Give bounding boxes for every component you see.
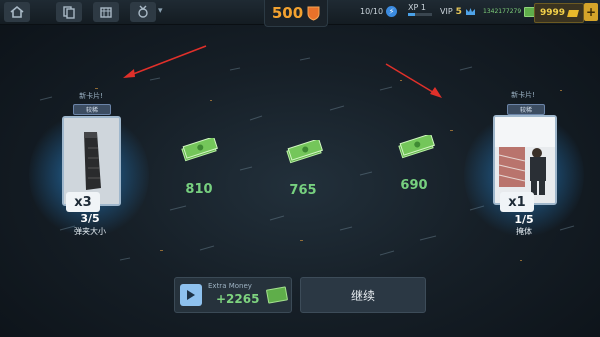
energy-stat: 10/10 ⚡ [360,3,398,20]
medal-icon [138,5,148,18]
card-name: 弹夹大小 [74,227,106,236]
xp-stat: XP 1 [408,3,432,20]
crate-button[interactable] [93,2,119,22]
play-icon [180,284,202,306]
tokens-value: 500 [271,4,304,22]
gold-bar-icon [567,9,579,17]
gold-value: 9999 [539,8,566,18]
cash-reward-value: 765 [289,183,317,198]
card-progress: 3/5 [80,212,100,225]
cash-value: 1342177279 [483,8,522,15]
tokens-display: 500 [264,0,328,27]
extra-money-label: Extra Money [208,282,252,290]
rarity-badge: 较稀 [507,104,545,115]
cards-icon [63,6,75,19]
continue-button[interactable]: 继续 [300,277,426,313]
cash-stack-icon [398,135,435,159]
achievements-button[interactable] [130,2,156,22]
red-arrow-right-icon [385,63,442,98]
cash-stat: 1342177279 [483,3,541,20]
crown-icon [465,8,475,15]
vip-level: 5 [455,6,462,17]
top-bar: ▾ 500 10/10 ⚡ XP 1 VIP 5 1342177279 9999… [0,0,600,27]
card-multiplier: x1 [500,192,534,212]
cards-button[interactable] [56,2,82,22]
home-button[interactable] [4,2,30,22]
crate-icon [100,7,112,18]
new-card-label: 新卡片! [511,91,535,99]
add-gold-button[interactable]: + [584,3,598,21]
menu-caret-icon[interactable]: ▾ [158,6,163,16]
cash-reward-value: 690 [400,178,428,193]
money-icon [265,286,289,304]
extra-money-button[interactable]: Extra Money +2265 [174,277,292,313]
vip-stat[interactable]: VIP 5 [440,3,476,20]
gold-display: 9999 [534,3,584,23]
rarity-badge: 较稀 [73,104,111,115]
vip-label: VIP [440,7,453,16]
xp-progress-fill [408,13,416,16]
cash-stack-icon [181,138,218,162]
home-icon [10,5,24,18]
card-name: 掩体 [516,227,532,236]
extra-money-value: +2265 [216,292,260,306]
red-arrow-left-icon [123,45,207,78]
xp-progress-bar [408,13,432,16]
cash-stack-icon [286,140,323,164]
shield-icon [307,6,320,21]
card-progress: 1/5 [514,213,534,226]
energy-bolt-icon: ⚡ [386,6,398,17]
cover-image [495,117,555,203]
new-card-label: 新卡片! [79,92,103,100]
xp-label: XP 1 [408,3,426,12]
card-multiplier: x3 [66,192,100,212]
energy-value: 10/10 [360,7,384,16]
cash-reward-value: 810 [185,182,213,197]
